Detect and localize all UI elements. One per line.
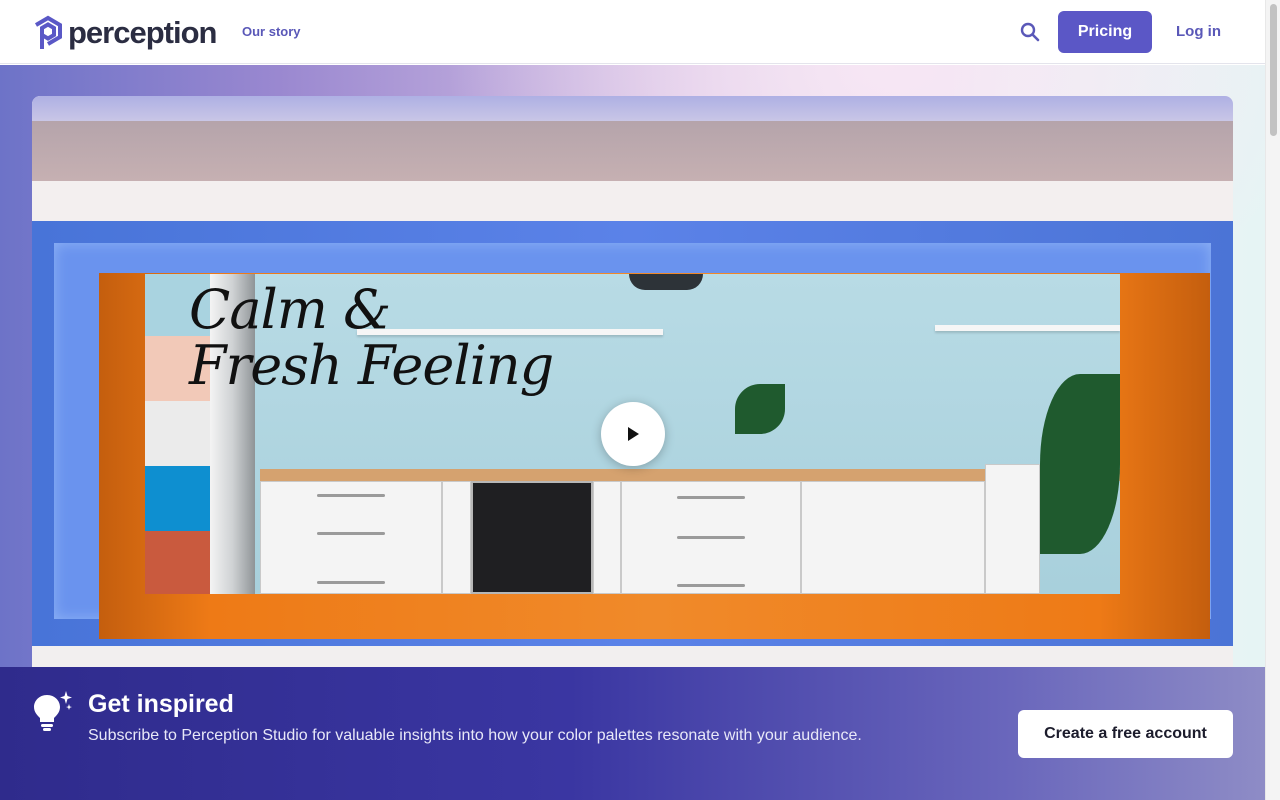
- potted-plant: [735, 384, 785, 434]
- palette-band-bottom: [32, 646, 1233, 667]
- headline: Calm & Fresh Feeling: [189, 278, 554, 397]
- login-link[interactable]: Log in: [1176, 23, 1221, 40]
- cabinet-handle: [677, 536, 745, 539]
- page-scrollbar[interactable]: [1265, 0, 1280, 800]
- search-icon: [1020, 22, 1040, 42]
- get-inspired-banner: Get inspired Subscribe to Perception Stu…: [0, 667, 1265, 800]
- search-button[interactable]: [1018, 20, 1042, 44]
- site-header: perception Our story Pricing Log in: [0, 0, 1265, 64]
- palette-swatch-3: [145, 466, 210, 531]
- logo-text: perception: [68, 15, 217, 50]
- cabinet-handle: [317, 532, 385, 535]
- palette-band-lavender: [32, 96, 1233, 121]
- lightbulb-sparkle-icon: [34, 691, 72, 731]
- hero-card: Calm & Fresh Feeling: [32, 96, 1233, 667]
- cabinet-narrow-2: [593, 481, 621, 594]
- kitchen-video[interactable]: Calm & Fresh Feeling: [145, 274, 1120, 594]
- banner-title: Get inspired: [88, 690, 234, 718]
- palette-band-cream: [32, 181, 1233, 221]
- play-button[interactable]: [601, 402, 665, 466]
- palette-swatch-2: [145, 401, 210, 466]
- wall-shelf-right: [935, 325, 1120, 331]
- logo[interactable]: perception: [34, 15, 217, 51]
- banner-description: Subscribe to Perception Studio for valua…: [88, 727, 862, 744]
- cabinet-handle: [677, 584, 745, 587]
- cabinet-doors: [801, 481, 985, 594]
- cabinet-open-shelf: [985, 464, 1040, 594]
- pricing-button[interactable]: Pricing: [1058, 11, 1152, 53]
- cabinet-handle: [317, 494, 385, 497]
- monstera-plant: [1040, 374, 1120, 554]
- oven: [471, 481, 593, 594]
- palette-swatch-4: [145, 531, 210, 594]
- play-icon: [628, 427, 639, 441]
- scrollbar-thumb[interactable]: [1270, 4, 1277, 136]
- nav-our-story[interactable]: Our story: [242, 24, 301, 39]
- cabinet-left: [260, 481, 442, 594]
- pendant-lamp: [629, 274, 703, 290]
- cabinet-narrow: [442, 481, 471, 594]
- create-account-button[interactable]: Create a free account: [1018, 710, 1233, 758]
- headline-line-1: Calm &: [189, 278, 391, 341]
- headline-line-2: Fresh Feeling: [189, 334, 554, 397]
- perception-logo-icon: [34, 15, 62, 49]
- cabinet-handle: [317, 581, 385, 584]
- cabinet-handle: [677, 496, 745, 499]
- palette-band-mauve: [32, 121, 1233, 181]
